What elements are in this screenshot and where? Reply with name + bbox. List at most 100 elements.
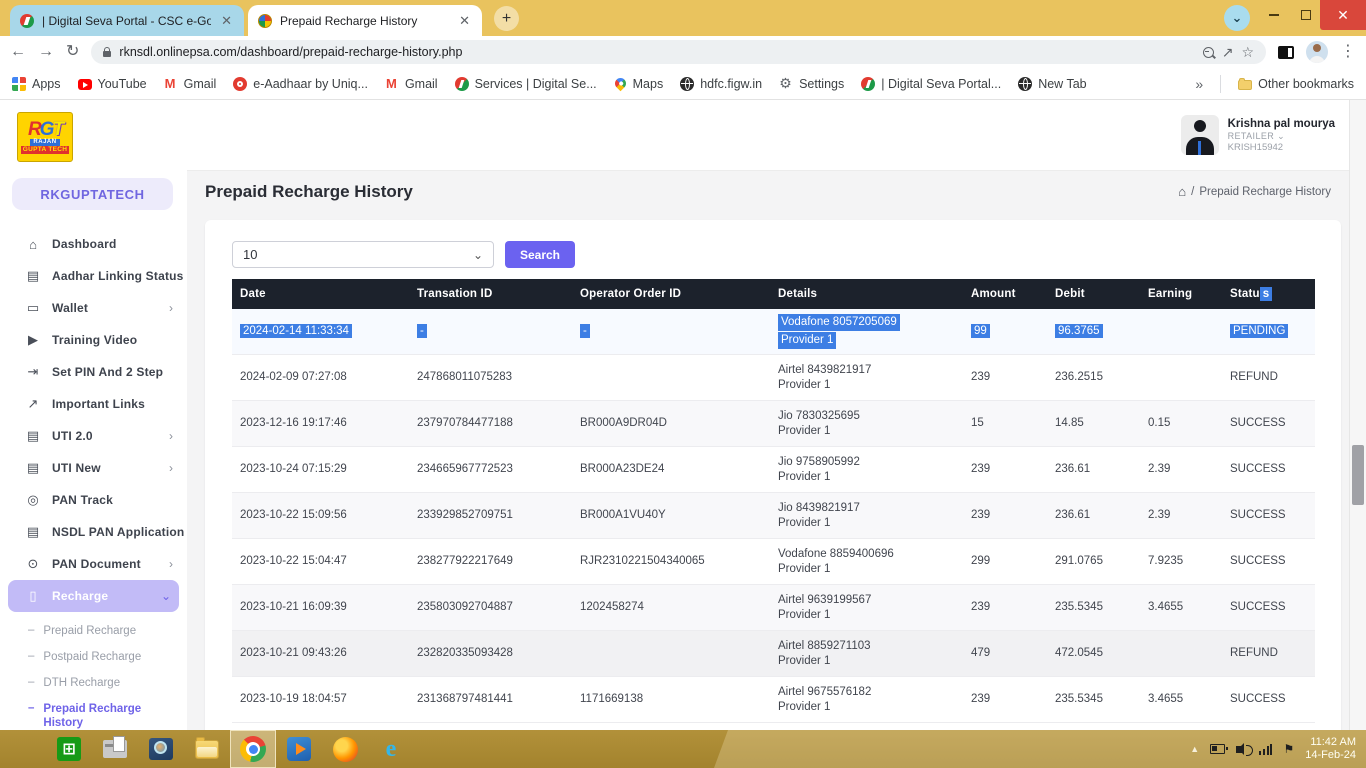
sidebar-item-uti-new[interactable]: ▤ UTI New › xyxy=(0,452,187,484)
globe-icon xyxy=(680,77,694,91)
forward-button[interactable]: → xyxy=(38,44,54,60)
browser-tab-active[interactable]: Prepaid Recharge History ✕ xyxy=(248,5,482,36)
sidebar-subitem-postpaid-recharge[interactable]: – Postpaid Recharge xyxy=(0,644,187,670)
bookmark-gmail[interactable]: Gmail xyxy=(164,77,217,91)
bookmarks-overflow-icon[interactable]: » xyxy=(1195,76,1203,92)
home-icon: ⌂ xyxy=(24,237,42,252)
sidebar-item-wallet[interactable]: ▭ Wallet › xyxy=(0,292,187,324)
bookmark-services-digital-se[interactable]: Services | Digital Se... xyxy=(455,77,597,91)
brand-name: RKGUPTATECH xyxy=(12,178,173,210)
side-panel-icon[interactable] xyxy=(1278,46,1294,59)
cell-amount: 239 xyxy=(963,600,1047,615)
sidebar-item-aadhar-linking-status[interactable]: ▤ Aadhar Linking Status xyxy=(0,260,187,292)
sidebar-item-label: Training Video xyxy=(52,333,137,347)
search-button[interactable]: Search xyxy=(505,241,575,268)
gmail-icon xyxy=(164,77,178,91)
window-restore-button[interactable] xyxy=(1292,0,1320,30)
bookmark-apps[interactable]: Apps xyxy=(12,77,61,91)
bookmark-hdfc-figw-in[interactable]: hdfc.figw.in xyxy=(680,77,762,91)
details-line: Jio 7830325695 xyxy=(778,409,963,424)
back-button[interactable]: ← xyxy=(10,44,26,60)
cell-earning: 3.4655 xyxy=(1140,600,1222,615)
taskbar-clock[interactable]: 11:42 AM 14-Feb-24 xyxy=(1305,736,1356,763)
zoom-out-icon[interactable] xyxy=(1203,47,1214,58)
taskbar-fax-button[interactable] xyxy=(92,730,138,768)
tab-search-button[interactable]: ⌄ xyxy=(1224,5,1250,31)
sidebar-subitem-prepaid-recharge[interactable]: – Prepaid Recharge xyxy=(0,618,187,644)
sidebar-item-pan-document[interactable]: ⊙ PAN Document › xyxy=(0,548,187,580)
bookmark-digital-seva-portal[interactable]: | Digital Seva Portal... xyxy=(861,77,1001,91)
taskbar-chrome-button[interactable] xyxy=(230,730,276,768)
user-name: Krishna pal mourya xyxy=(1228,118,1335,131)
bookmark-youtube[interactable]: YouTube xyxy=(78,77,147,91)
sidebar-item-set-pin-and-2-step[interactable]: ⇥ Set PIN And 2 Step xyxy=(0,356,187,388)
sidebar-item-recharge[interactable]: ▯ Recharge ⌄ xyxy=(8,580,179,612)
sidebar-subitem-dth-recharge[interactable]: – DTH Recharge xyxy=(0,670,187,696)
bookmark-star-icon[interactable]: ☆ xyxy=(1241,45,1254,59)
taskbar-wmp-button[interactable] xyxy=(276,730,322,768)
tab-close-icon[interactable]: ✕ xyxy=(457,13,472,29)
page-title-bar: Prepaid Recharge History ⌂ / Prepaid Rec… xyxy=(187,170,1349,212)
cell-transaction-id: 238277922217649 xyxy=(409,554,572,569)
reload-button[interactable]: ↻ xyxy=(66,44,79,60)
cell-details: Jio 9758905992Provider 1 xyxy=(770,455,963,485)
bookmark-label: Settings xyxy=(799,77,844,91)
profile-avatar[interactable] xyxy=(1306,41,1328,63)
home-icon[interactable]: ⌂ xyxy=(1178,184,1186,199)
taskbar-store-button[interactable] xyxy=(46,730,92,768)
sidebar-item-nsdl-pan-application[interactable]: ▤ NSDL PAN Application › xyxy=(0,516,187,548)
bookmark-settings[interactable]: Settings xyxy=(779,77,844,91)
cell-debit: 14.85 xyxy=(1047,416,1140,431)
other-bookmarks-button[interactable]: Other bookmarks xyxy=(1238,77,1354,91)
column-header-operator-order-id: Operator Order ID xyxy=(572,288,770,300)
bookmark-e-aadhaar-by-uniq[interactable]: e-Aadhaar by Uniq... xyxy=(233,77,368,91)
new-tab-button[interactable]: + xyxy=(494,6,519,31)
battery-icon[interactable] xyxy=(1210,744,1225,754)
details-line: Vodafone 8057205069 xyxy=(778,314,963,332)
external-link-icon: ↗ xyxy=(24,396,42,412)
scrollbar-thumb[interactable] xyxy=(1352,445,1364,505)
tab-title: Prepaid Recharge History xyxy=(280,14,449,28)
details-line: Airtel 8439821917 xyxy=(778,363,963,378)
address-bar[interactable]: rknsdl.onlinepsa.com/dashboard/prepaid-r… xyxy=(91,40,1266,64)
chevron-down-icon: ⌄ xyxy=(473,248,483,262)
cell-earning: 2.39 xyxy=(1140,508,1222,523)
browser-tab-inactive[interactable]: | Digital Seva Portal - CSC e-Gove ✕ xyxy=(10,5,244,36)
sidebar-item-training-video[interactable]: ▶ Training Video xyxy=(0,324,187,356)
cell-debit: 236.2515 xyxy=(1047,370,1140,385)
taskbar-photos-button[interactable] xyxy=(138,730,184,768)
sidebar-item-uti-2-0[interactable]: ▤ UTI 2.0 › xyxy=(0,420,187,452)
window-minimize-button[interactable] xyxy=(1260,0,1288,30)
kebab-menu-icon[interactable]: ⋮ xyxy=(1340,44,1356,60)
bookmark-gmail[interactable]: Gmail xyxy=(385,77,438,91)
store-icon xyxy=(57,737,81,761)
clock-time: 11:42 AM xyxy=(1305,736,1356,750)
cell-operator-order-id: RJR2310221504340065 xyxy=(572,554,770,569)
cell-status: SUCCESS xyxy=(1222,462,1315,477)
selection-highlight: 2024-02-14 11:33:34 xyxy=(240,324,352,338)
page-size-select[interactable]: 10 ⌄ xyxy=(232,241,494,268)
speaker-icon[interactable] xyxy=(1236,746,1242,753)
bookmark-maps[interactable]: Maps xyxy=(614,77,664,91)
sidebar-item-pan-track[interactable]: ◎ PAN Track xyxy=(0,484,187,516)
wmp-icon xyxy=(287,737,311,761)
taskbar-start-button[interactable] xyxy=(0,730,46,768)
taskbar-firefox-button[interactable] xyxy=(322,730,368,768)
sidebar-subitem-prepaid-recharge-history[interactable]: – Prepaid Recharge History xyxy=(0,696,187,730)
tab-close-icon[interactable]: ✕ xyxy=(219,13,234,29)
taskbar-explorer-button[interactable] xyxy=(184,730,230,768)
user-menu[interactable]: Krishna pal mourya RETAILER ⌄ KRISH15942 xyxy=(1181,115,1335,155)
details-line: Provider 1 xyxy=(778,424,963,439)
network-signal-icon[interactable] xyxy=(1259,744,1272,755)
recharge-submenu: – Prepaid Recharge – Postpaid Recharge –… xyxy=(0,618,187,730)
sidebar-item-dashboard[interactable]: ⌂ Dashboard xyxy=(0,228,187,260)
sidebar-item-important-links[interactable]: ↗ Important Links xyxy=(0,388,187,420)
taskbar-ie-button[interactable]: e xyxy=(368,730,414,768)
hidden-icons-arrow[interactable]: ▲ xyxy=(1190,744,1199,754)
cell-debit: 291.0765 xyxy=(1047,554,1140,569)
window-close-button[interactable]: ✕ xyxy=(1320,0,1366,30)
bookmark-new-tab[interactable]: New Tab xyxy=(1018,77,1086,91)
cell-date: 2024-02-14 11:33:34 xyxy=(232,324,409,339)
action-center-flag-icon[interactable]: ⚑ xyxy=(1283,743,1294,755)
share-icon[interactable]: ↗ xyxy=(1222,45,1234,59)
